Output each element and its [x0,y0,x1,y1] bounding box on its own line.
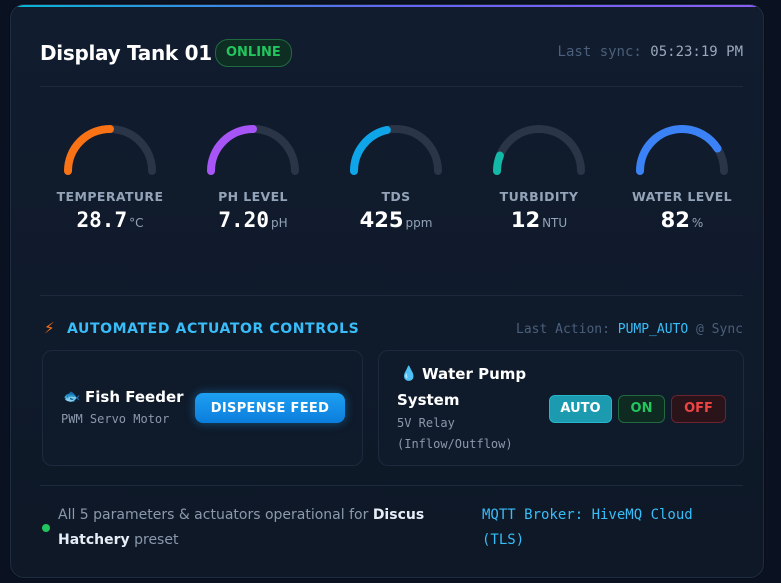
gauge-unit: NTU [542,216,568,230]
page-title: Display Tank 01 [40,41,212,65]
gauge-turbidity: TURBIDITY 12 NTU [469,125,609,232]
gauge-label: TDS [381,189,411,204]
footer-text-after: preset [134,532,179,548]
mode-auto-button[interactable]: AUTO [549,395,612,423]
mqtt-line1: MQTT Broker: HiveMQ Cloud [482,507,693,523]
gauge-arc [207,125,299,175]
divider [40,295,743,296]
gauge-temperature: TEMPERATURE 28.7 °C [40,125,180,232]
gauge-arc [493,125,585,175]
gauge-unit: % [691,216,704,230]
last-action-value: PUMP_AUTO [617,322,689,337]
status-dot-icon [42,524,50,532]
lightning-icon: ⚡ [44,319,55,337]
mqtt-broker: MQTT Broker: HiveMQ Cloud (TLS) [482,503,752,553]
last-action: Last Action: PUMP_AUTO @ Sync [516,322,743,337]
gauge-label: TURBIDITY [499,189,579,204]
controls-header: ⚡ AUTOMATED ACTUATOR CONTROLS Last Actio… [44,319,743,343]
status-badge: ONLINE [215,39,292,67]
divider [40,485,743,486]
pump-subtitle-line2: (Inflow/Outflow) [397,437,513,451]
fish-feeder-panel: 🐟 Fish Feeder PWM Servo Motor DISPENSE F… [42,350,363,466]
gauge-value: 425 [359,208,404,232]
gauge-arc [636,125,728,175]
gauge-value: 12 [510,208,541,232]
gauge-label: WATER LEVEL [631,189,733,204]
footer-status: All 5 parameters & actuators operational… [58,503,448,553]
dashboard-card: Display Tank 01 ONLINE Last sync: 05:23:… [10,4,764,578]
divider [40,86,743,87]
pump-title-line2: System [397,391,460,409]
last-sync: Last sync: 05:23:19 PM [558,44,743,60]
pump-subtitle: 5V Relay (Inflow/Outflow) [397,413,513,455]
footer-text-before: All 5 parameters & actuators operational… [58,507,369,523]
gauge-label: TEMPERATURE [56,189,164,204]
header: Display Tank 01 ONLINE Last sync: 05:23:… [40,39,743,71]
gauge-ph-level: PH LEVEL 7.20 pH [183,125,323,232]
gauge-value: 7.20 [218,208,269,232]
last-sync-time: 05:23:19 PM [650,44,743,60]
footer-preset-1: Discus [372,507,425,523]
gauge-unit: °C [129,216,144,230]
gauge-row: TEMPERATURE 28.7 °C PH LEVEL 7.20 pH TDS 4… [40,125,750,265]
accent-line [11,5,763,7]
gauge-arc [350,125,442,175]
pump-title-line1: Water Pump [422,365,527,383]
controls-title: AUTOMATED ACTUATOR CONTROLS [67,321,360,337]
gauge-unit: pH [270,216,288,230]
gauge-arc [64,125,156,175]
dispense-feed-button[interactable]: DISPENSE FEED [195,393,345,423]
last-sync-label: Last sync: [557,44,642,60]
gauge-tds: TDS 425 ppm [326,125,466,232]
feeder-title: Fish Feeder [85,388,184,406]
gauge-value: 28.7 [76,208,128,232]
feeder-subtitle: PWM Servo Motor [61,412,170,426]
pump-subtitle-line1: 5V Relay [397,416,455,430]
gauge-label: PH LEVEL [218,189,288,204]
gauge-value: 82 [660,208,690,232]
mode-off-button[interactable]: OFF [671,395,726,423]
droplet-icon: 💧 [400,366,418,382]
gauge-unit: ppm [405,216,433,230]
mqtt-line2: (TLS) [482,532,525,548]
water-pump-panel: 💧 Water Pump System 5V Relay (Inflow/Out… [378,350,744,466]
last-action-label: Last Action: [516,322,610,337]
last-action-suffix: @ Sync [696,322,743,337]
fish-icon: 🐟 [63,389,81,405]
mode-on-button[interactable]: ON [618,395,665,423]
gauge-water-level: WATER LEVEL 82% [612,125,752,232]
footer-preset-2: Hatchery [58,532,130,548]
